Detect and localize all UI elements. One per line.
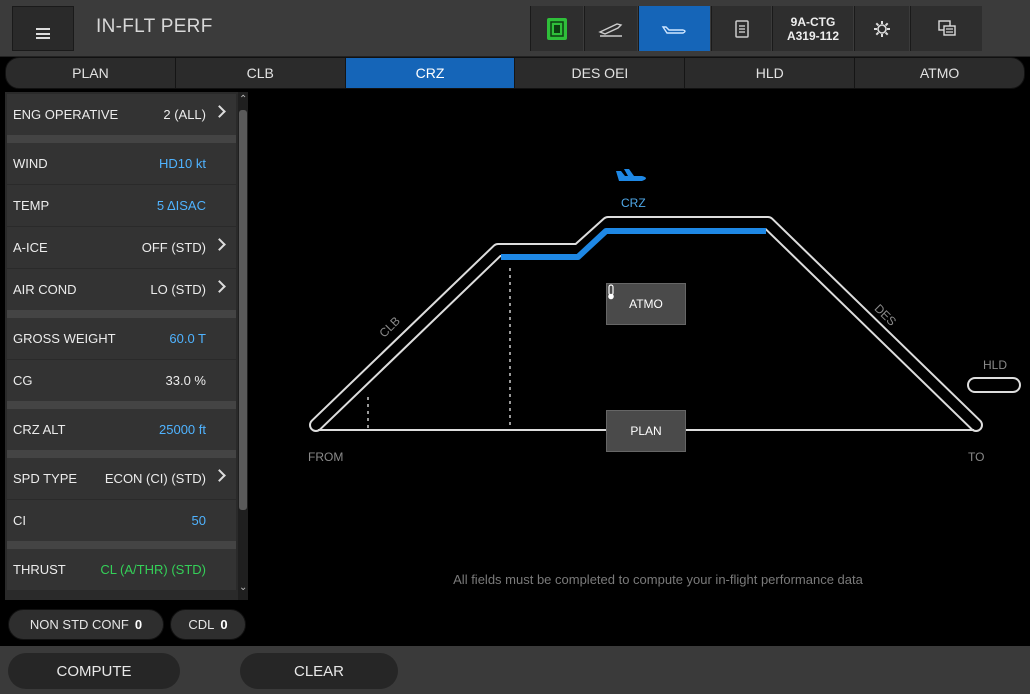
non-std-conf-button[interactable]: NON STD CONF 0 xyxy=(8,609,164,640)
hamburger-icon xyxy=(36,28,50,39)
a-ice-value: OFF (STD) xyxy=(141,240,206,255)
temp-label: TEMP xyxy=(13,198,50,213)
plan-button-label: PLAN xyxy=(630,424,662,438)
chevron-right-icon xyxy=(213,280,226,293)
thermometer-icon xyxy=(608,284,614,300)
hld-label: HLD xyxy=(983,358,1008,372)
cg-label: CG xyxy=(13,373,33,388)
cdl-button[interactable]: CDL 0 xyxy=(170,609,246,640)
wind-row[interactable]: WIND HD10 kt xyxy=(7,143,236,184)
ci-row[interactable]: CI 50 xyxy=(7,500,236,541)
chevron-up-icon[interactable]: ⌃ xyxy=(239,94,247,105)
to-label: TO xyxy=(968,450,985,464)
chevron-down-icon[interactable]: ⌄ xyxy=(239,582,247,593)
thrust-row[interactable]: THRUST CL (A/THR) (STD) xyxy=(7,549,236,590)
flight-profile-diagram: CRZ CLB DES FROM TO HLD ATMO PLAN All fi… xyxy=(248,92,1030,644)
divider xyxy=(7,450,236,458)
temp-row[interactable]: TEMP 5 ΔISAC xyxy=(7,185,236,226)
document-icon xyxy=(734,19,749,38)
wind-value: HD10 kt xyxy=(159,156,206,171)
takeoff-icon xyxy=(598,22,623,37)
hold-pattern-icon xyxy=(967,377,1021,393)
panel-scrollbar[interactable]: ⌃ ⌄ xyxy=(238,92,248,600)
divider xyxy=(7,310,236,318)
settings-button[interactable] xyxy=(854,6,909,51)
non-std-conf-label: NON STD CONF xyxy=(29,617,129,632)
aircraft-selector[interactable]: 9A-CTG A319-112 xyxy=(772,6,853,51)
messages-button[interactable] xyxy=(910,6,982,51)
spd-type-value: ECON (CI) (STD) xyxy=(104,471,206,486)
wind-label: WIND xyxy=(13,156,48,171)
input-panel: ENG OPERATIVE 2 (ALL) WIND HD10 kt TEMP … xyxy=(5,92,248,600)
landing-button[interactable] xyxy=(711,6,771,51)
aircraft-icon xyxy=(616,169,646,181)
chevron-right-icon xyxy=(213,105,226,118)
scroll-thumb[interactable] xyxy=(239,110,247,510)
cruise-aircraft-icon xyxy=(661,25,686,34)
gross-weight-value: 60.0 T xyxy=(169,331,206,346)
crz-alt-label: CRZ ALT xyxy=(13,422,66,437)
efb-module-button[interactable] xyxy=(530,6,583,51)
thrust-label: THRUST xyxy=(13,562,66,577)
inflight-button[interactable] xyxy=(638,6,710,51)
chip-icon xyxy=(547,17,567,40)
app-title: IN-FLT PERF xyxy=(96,16,213,37)
tab-crz[interactable]: CRZ xyxy=(345,58,516,88)
non-std-conf-count: 0 xyxy=(134,617,143,632)
tab-des-oei[interactable]: DES OEI xyxy=(515,58,686,88)
tab-plan[interactable]: PLAN xyxy=(6,58,176,88)
aircraft-type: A319-112 xyxy=(786,28,840,43)
gross-weight-label: GROSS WEIGHT xyxy=(13,331,116,346)
crz-alt-row[interactable]: CRZ ALT 25000 ft xyxy=(7,409,236,450)
cg-value: 33.0 % xyxy=(165,373,206,388)
action-bar: COMPUTE CLEAR xyxy=(0,646,1030,694)
menu-button[interactable] xyxy=(12,6,74,51)
tab-clb[interactable]: CLB xyxy=(176,58,346,88)
cdl-count: 0 xyxy=(220,617,228,632)
cg-row[interactable]: CG 33.0 % xyxy=(7,360,236,401)
tab-hld[interactable]: HLD xyxy=(685,58,856,88)
takeoff-button[interactable] xyxy=(584,6,637,51)
eng-operative-label: ENG OPERATIVE xyxy=(13,107,119,122)
divider xyxy=(7,135,236,143)
divider xyxy=(7,541,236,549)
air-cond-row[interactable]: AIR COND LO (STD) xyxy=(7,269,236,310)
spd-type-label: SPD TYPE xyxy=(13,471,78,486)
thrust-value: CL (A/THR) (STD) xyxy=(100,562,206,577)
plan-button[interactable]: PLAN xyxy=(606,410,686,452)
ci-label: CI xyxy=(13,513,26,528)
from-label: FROM xyxy=(308,450,344,464)
a-ice-label: A-ICE xyxy=(13,240,48,255)
clear-button[interactable]: CLEAR xyxy=(240,653,398,689)
air-cond-label: AIR COND xyxy=(13,282,77,297)
temp-value: 5 ΔISAC xyxy=(156,198,206,213)
chat-icon xyxy=(937,19,956,36)
profile-svg xyxy=(309,169,1021,432)
tab-atmo[interactable]: ATMO xyxy=(855,58,1024,88)
spd-type-row[interactable]: SPD TYPE ECON (CI) (STD) xyxy=(7,458,236,499)
chevron-right-icon xyxy=(213,238,226,251)
title-bar: IN-FLT PERF 9A-CTG A319-112 xyxy=(0,0,1030,57)
cdl-label: CDL xyxy=(188,617,215,632)
a-ice-row[interactable]: A-ICE OFF (STD) xyxy=(7,227,236,268)
ci-value: 50 xyxy=(191,513,206,528)
atmo-button-label: ATMO xyxy=(629,297,663,311)
registration: 9A-CTG xyxy=(790,14,836,29)
eng-operative-value: 2 (ALL) xyxy=(163,107,206,122)
completion-notice: All fields must be completed to compute … xyxy=(453,572,863,587)
eng-operative-row[interactable]: ENG OPERATIVE 2 (ALL) xyxy=(7,94,236,135)
gear-icon xyxy=(874,20,890,37)
air-cond-value: LO (STD) xyxy=(150,282,206,297)
crz-alt-value: 25000 ft xyxy=(159,422,206,437)
divider xyxy=(7,401,236,409)
phase-tabs: PLAN CLB CRZ DES OEI HLD ATMO xyxy=(5,57,1025,89)
crz-label: CRZ xyxy=(621,196,646,210)
atmo-button[interactable]: ATMO xyxy=(606,283,686,325)
chevron-right-icon xyxy=(213,469,226,482)
gross-weight-row[interactable]: GROSS WEIGHT 60.0 T xyxy=(7,318,236,359)
compute-button[interactable]: COMPUTE xyxy=(8,653,180,689)
